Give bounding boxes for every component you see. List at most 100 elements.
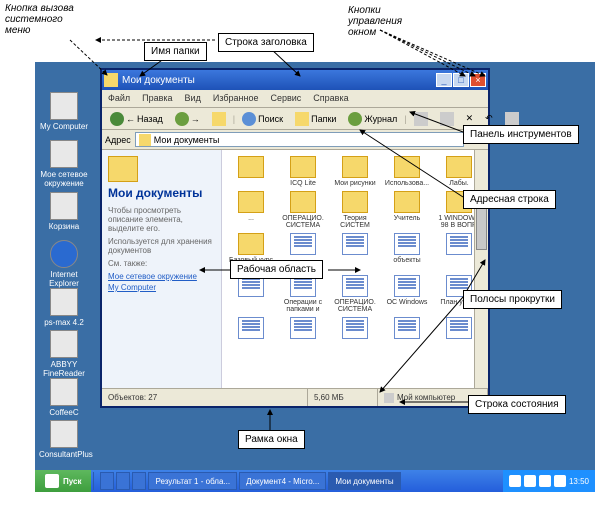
file-label: ОС Windows xyxy=(382,299,432,306)
ie-icon xyxy=(50,240,78,268)
document-icon xyxy=(342,275,368,297)
desktop-icon[interactable]: My Computer xyxy=(39,92,89,131)
callout-foldername: Имя папки xyxy=(144,42,207,61)
close-button[interactable]: × xyxy=(470,73,486,87)
desktop-icon[interactable]: ps-max 4.2 xyxy=(39,288,89,327)
clock[interactable]: 13:50 xyxy=(569,477,589,486)
document-icon xyxy=(394,233,420,255)
file-item[interactable] xyxy=(226,317,276,341)
moveto-button[interactable] xyxy=(409,109,433,129)
file-label: ОПЕРАЦИО. СИСТЕМА xyxy=(330,299,380,313)
file-item[interactable]: ОПЕРАЦИО. СИСТЕМА xyxy=(278,191,328,229)
menu-edit[interactable]: Правка xyxy=(136,90,178,107)
vertical-scrollbar[interactable] xyxy=(474,150,488,388)
folder-icon xyxy=(238,233,264,255)
taskbar-item[interactable]: Документ4 - Micro... xyxy=(239,472,326,490)
desktop-icon[interactable]: ConsultantPlus xyxy=(39,420,89,459)
callout-toolbar: Панель инструментов xyxy=(463,125,579,144)
folder-icon xyxy=(290,156,316,178)
file-item[interactable]: ОПЕРАЦИО. СИСТЕМА xyxy=(330,275,380,313)
sidepane-link[interactable]: Мое сетевое окружение xyxy=(108,272,215,281)
system-menu-icon[interactable] xyxy=(104,73,118,87)
folder-icon xyxy=(394,156,420,178)
callout-workarea: Рабочая область xyxy=(230,260,323,279)
history-button[interactable]: Журнал xyxy=(343,109,402,129)
file-item[interactable] xyxy=(226,275,276,313)
sidepane-see: См. также: xyxy=(108,259,215,268)
recycle-icon xyxy=(50,192,78,220)
tray-icon[interactable] xyxy=(539,475,551,487)
folders-button[interactable]: Папки xyxy=(290,109,341,129)
desktop-icon[interactable]: CoffeeC xyxy=(39,378,89,417)
file-item[interactable]: объекты xyxy=(382,233,432,271)
start-button[interactable]: Пуск xyxy=(35,470,91,492)
address-label: Адрес xyxy=(105,135,131,145)
document-icon xyxy=(446,317,472,339)
folder-icon xyxy=(238,156,264,178)
file-item[interactable]: Использова... xyxy=(382,156,432,187)
callout-titlebar: Строка заголовка xyxy=(218,33,314,52)
app-icon xyxy=(50,378,78,406)
sidepane-link[interactable]: My Computer xyxy=(108,283,215,292)
system-tray[interactable]: 13:50 xyxy=(503,470,595,492)
annot-winbuttons: Кнопки управления окном xyxy=(348,5,428,38)
menu-view[interactable]: Вид xyxy=(179,90,207,107)
file-item[interactable] xyxy=(278,317,328,341)
file-item[interactable] xyxy=(330,233,380,271)
search-button[interactable]: Поиск xyxy=(237,109,288,129)
tray-icon[interactable] xyxy=(524,475,536,487)
file-label: Учитель xyxy=(382,215,432,222)
up-button[interactable] xyxy=(207,109,231,129)
folder-icon xyxy=(446,156,472,178)
file-label: ICQ Lite xyxy=(278,180,328,187)
forward-button[interactable]: → xyxy=(170,109,205,129)
back-button[interactable]: ←Назад xyxy=(105,109,168,129)
quick-launch[interactable] xyxy=(116,472,130,490)
toolbar: ←Назад → | Поиск Папки Журнал | ✕ ↶ xyxy=(102,108,488,130)
computer-icon xyxy=(384,393,394,403)
forward-icon xyxy=(175,112,189,126)
quick-launch[interactable] xyxy=(132,472,146,490)
address-field[interactable]: Мои документы xyxy=(135,132,464,147)
tray-icon[interactable] xyxy=(509,475,521,487)
file-item[interactable] xyxy=(382,317,432,341)
menu-tools[interactable]: Сервис xyxy=(264,90,307,107)
tray-icon[interactable] xyxy=(554,475,566,487)
file-item[interactable]: ... xyxy=(226,191,276,229)
callout-frame: Рамка окна xyxy=(238,430,305,449)
search-icon xyxy=(242,112,256,126)
desktop-icon[interactable]: Мое сетевое окружение xyxy=(39,140,89,188)
sidepane-hint: Используется для хранения документов xyxy=(108,237,215,255)
status-size: 5,60 МБ xyxy=(308,389,378,406)
menu-favorites[interactable]: Избранное xyxy=(207,90,265,107)
file-item[interactable] xyxy=(330,317,380,341)
desktop-icon[interactable]: ABBYY FineReader xyxy=(39,330,89,378)
taskbar-item[interactable]: Мои документы xyxy=(328,472,400,490)
desktop-icon[interactable]: Корзина xyxy=(39,192,89,231)
document-icon xyxy=(394,275,420,297)
file-item[interactable]: ОС Windows xyxy=(382,275,432,313)
document-icon xyxy=(342,317,368,339)
folder-icon xyxy=(342,156,368,178)
minimize-button[interactable]: _ xyxy=(436,73,452,87)
file-item[interactable]: Теория СИСТЕМ xyxy=(330,191,380,229)
copyto-button[interactable] xyxy=(435,109,459,129)
menu-help[interactable]: Справка xyxy=(307,90,354,107)
desktop-icon[interactable]: Internet Explorer xyxy=(39,240,89,288)
file-item[interactable]: ICQ Lite xyxy=(278,156,328,187)
file-item[interactable] xyxy=(226,156,276,187)
taskbar-item[interactable]: Результат 1 - обла... xyxy=(148,472,237,490)
titlebar[interactable]: Мои документы _ □ × xyxy=(102,70,488,90)
file-label: Использова... xyxy=(382,180,432,187)
file-item[interactable]: Мои рисунки xyxy=(330,156,380,187)
menu-file[interactable]: Файл xyxy=(102,90,136,107)
file-label: Операции с папками и xyxy=(278,299,328,313)
maximize-button[interactable]: □ xyxy=(453,73,469,87)
document-icon xyxy=(290,317,316,339)
quick-launch[interactable] xyxy=(100,472,114,490)
document-icon xyxy=(290,233,316,255)
file-item[interactable]: Учитель xyxy=(382,191,432,229)
document-icon xyxy=(394,317,420,339)
file-item[interactable]: Операции с папками и xyxy=(278,275,328,313)
document-icon xyxy=(342,233,368,255)
